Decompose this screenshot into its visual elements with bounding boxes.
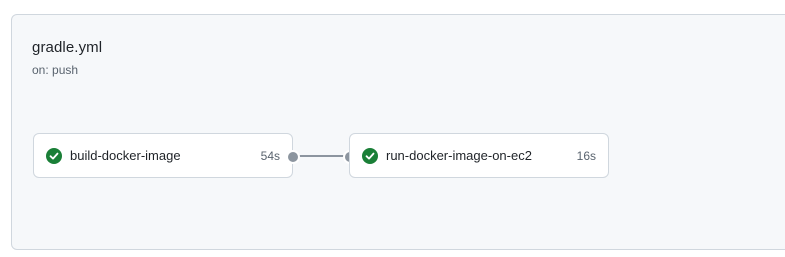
check-circle-icon (362, 148, 378, 164)
job-duration: 16s (576, 149, 596, 163)
job-connector-line (295, 155, 349, 157)
job-card-build-docker-image[interactable]: build-docker-image 54s (33, 133, 293, 178)
job-name: run-docker-image-on-ec2 (386, 148, 532, 163)
workflow-trigger: on: push (32, 63, 79, 77)
job-card-run-docker-image-on-ec2[interactable]: run-docker-image-on-ec2 16s (349, 133, 609, 178)
workflow-graph-panel: gradle.yml on: push build-docker-image 5… (11, 14, 785, 250)
job-duration: 54s (260, 149, 280, 163)
job-output-port (286, 150, 300, 164)
job-name: build-docker-image (70, 148, 181, 163)
workflow-title[interactable]: gradle.yml (32, 39, 102, 56)
check-circle-icon (46, 148, 62, 164)
